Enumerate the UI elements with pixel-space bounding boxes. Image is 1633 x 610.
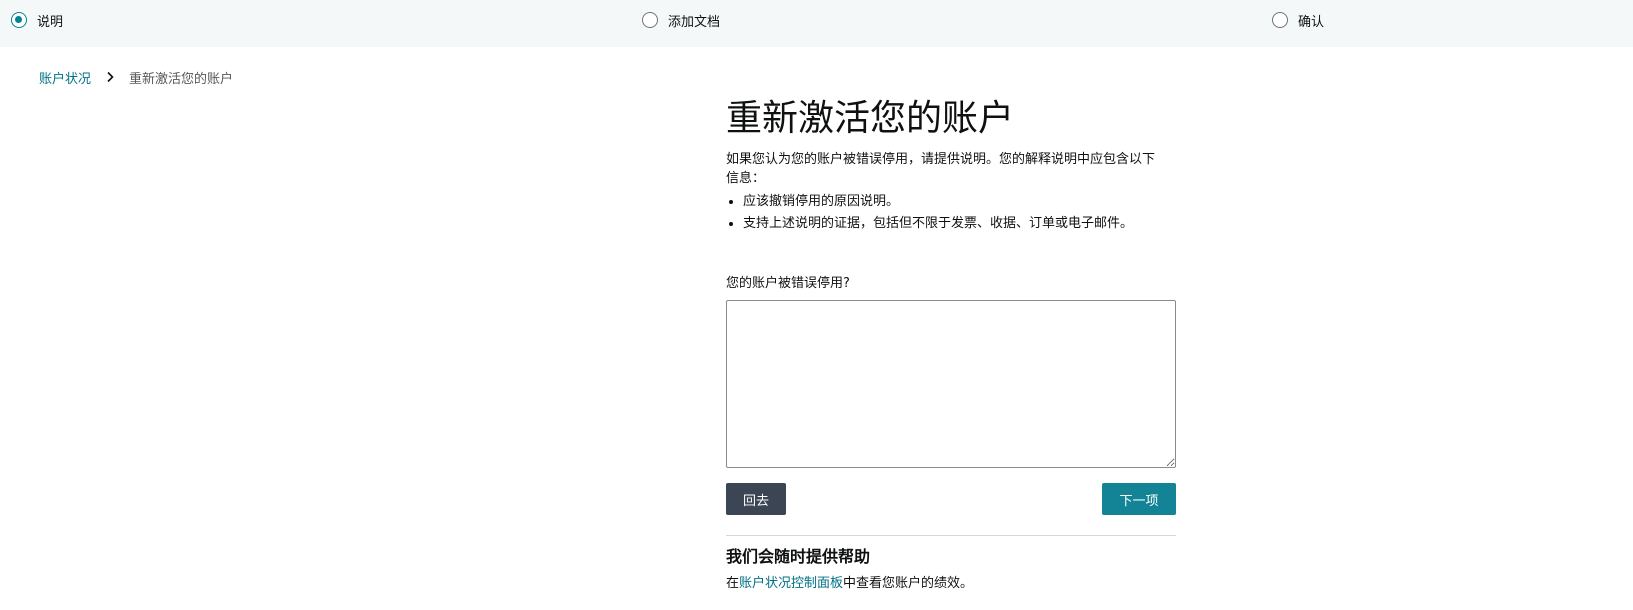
breadcrumb-account-health-link[interactable]: 账户状况 [39,68,91,87]
intro-text: 如果您认为您的账户被错误停用，请提供说明。您的解释说明中应包含以下信息： [726,152,1156,186]
list-item: 支持上述说明的证据，包括但不限于发票、收据、订单或电子邮件。 [743,213,1176,235]
help-text: 在账户状况控制面板中查看您账户的绩效。 [726,572,973,591]
step-radio-icon[interactable] [1272,12,1288,28]
chevron-right-icon [107,71,114,83]
step-label: 说明 [37,14,64,30]
step-confirm[interactable]: 确认 [1272,11,1325,30]
help-text-after: 中查看您账户的绩效。 [843,576,974,591]
step-label: 确认 [1298,14,1325,30]
step-instructions[interactable]: 说明 [11,11,64,30]
page-title: 重新激活您的账户 [726,98,1015,139]
step-radio-icon[interactable] [642,12,658,28]
list-item: 应该撤销停用的原因说明。 [743,191,1176,213]
explanation-textarea[interactable] [726,300,1176,468]
step-label: 添加文档 [668,14,721,30]
explanation-label: 您的账户被错误停用? [726,276,850,291]
breadcrumb: 账户状况 重新激活您的账户 [39,68,234,87]
divider [726,535,1176,536]
breadcrumb-current: 重新激活您的账户 [129,71,234,87]
main-content: 重新激活您的账户 如果您认为您的账户被错误停用，请提供说明。您的解释说明中应包含… [726,94,1176,591]
next-button[interactable]: 下一项 [1102,483,1176,515]
account-health-dashboard-link[interactable]: 账户状况控制面板 [739,576,843,591]
progress-stepper: 说明 添加文档 确认 [0,0,1633,47]
step-add-documents[interactable]: 添加文档 [642,11,721,30]
step-radio-icon[interactable] [11,12,27,28]
back-button[interactable]: 回去 [726,483,786,515]
requirements-list: 应该撤销停用的原因说明。 支持上述说明的证据，包括但不限于发票、收据、订单或电子… [726,191,1176,235]
help-title: 我们会随时提供帮助 [726,547,871,566]
help-text-before: 在 [726,576,740,591]
